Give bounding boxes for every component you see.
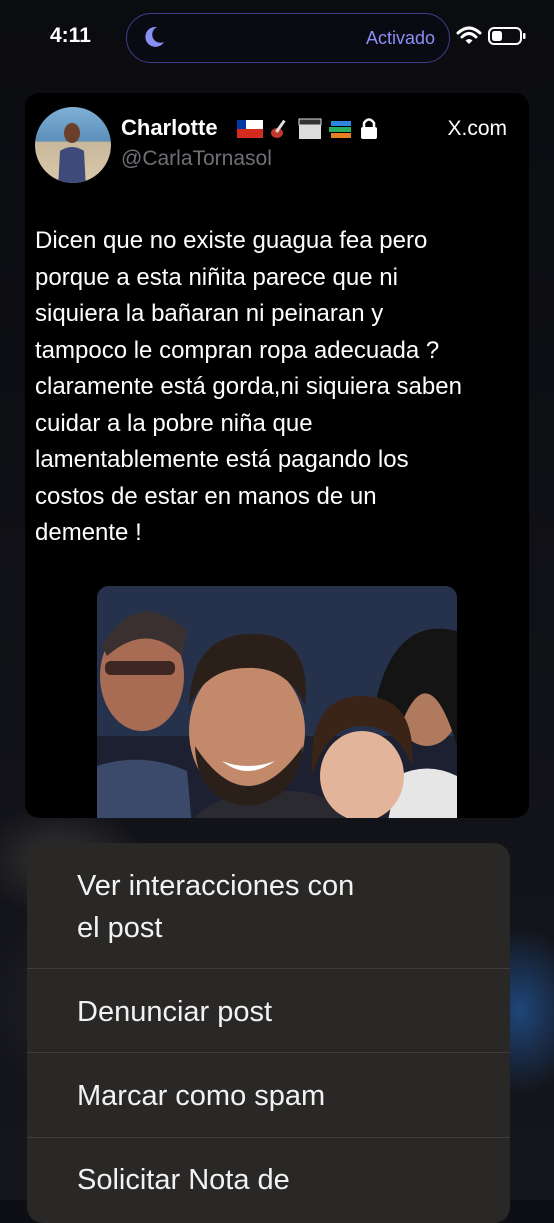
clapperboard-icon	[298, 118, 322, 139]
status-bar: 4:11 Activado	[0, 0, 554, 76]
avatar-person	[58, 123, 86, 183]
post-card[interactable]: Charlotte @CarlaTornasol X.com Dicen que…	[25, 93, 529, 818]
wifi-icon	[456, 26, 482, 44]
lock-icon	[361, 118, 377, 139]
focus-status-label: Activado	[365, 28, 435, 48]
guitar-icon	[271, 119, 286, 138]
battery-icon	[488, 27, 526, 45]
photo-illustration	[97, 586, 457, 818]
menu-item-request-note[interactable]: Solicitar Nota de	[27, 1159, 510, 1201]
menu-divider	[27, 1137, 510, 1138]
name-emoji-row	[237, 118, 377, 139]
menu-divider	[27, 1052, 510, 1053]
menu-item-view-interactions[interactable]: Ver interacciones con el post	[27, 865, 510, 949]
books-icon	[329, 121, 351, 138]
user-handle[interactable]: @CarlaTornasol	[121, 147, 272, 171]
post-text: Dicen que no existe guagua fea pero porq…	[35, 227, 462, 546]
post-photo[interactable]	[97, 586, 457, 818]
menu-item-report-post[interactable]: Denunciar post	[27, 991, 510, 1033]
menu-item-mark-spam[interactable]: Marcar como spam	[27, 1075, 510, 1117]
focus-mode-pill[interactable]: Activado	[126, 13, 450, 63]
moon-icon	[145, 26, 164, 47]
menu-divider	[27, 968, 510, 969]
chile-flag-icon	[237, 120, 263, 138]
avatar[interactable]	[35, 107, 111, 183]
context-menu: Ver interacciones con el post Denunciar …	[27, 843, 510, 1223]
display-name[interactable]: Charlotte	[121, 115, 218, 141]
clock: 4:11	[50, 24, 91, 47]
x-com-label: X.com	[447, 117, 507, 140]
